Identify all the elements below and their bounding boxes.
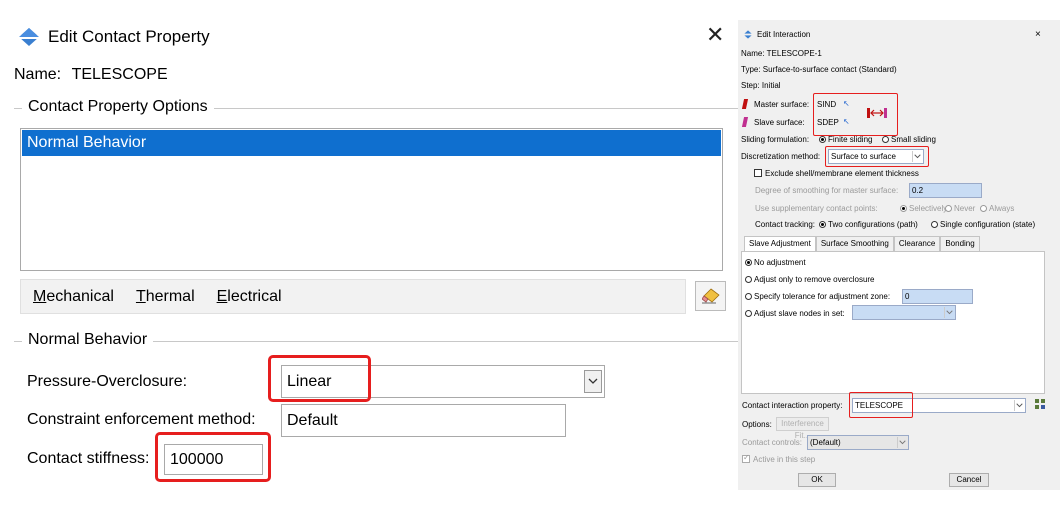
chevron-down-icon[interactable] [1014, 400, 1024, 411]
specify-tolerance-radio[interactable]: Specify tolerance for adjustment zone: [745, 292, 890, 301]
dialog-title: Edit Interaction [757, 30, 811, 39]
options-group-label: Contact Property Options [22, 98, 214, 116]
menu-thermal[interactable]: Thermal [136, 288, 195, 306]
smoothing-label: Degree of smoothing for master surface: [755, 186, 899, 195]
chevron-down-icon[interactable] [944, 307, 954, 318]
behavior-menubar: Mechanical Thermal Electrical [20, 279, 686, 314]
constraint-method-value: Default [287, 411, 338, 429]
supp-always-radio[interactable]: Always [980, 204, 1014, 213]
contact-tracking-label: Contact tracking: [755, 220, 816, 229]
master-surface-label: Master surface: [754, 100, 810, 109]
interaction-type: Type: Surface-to-surface contact (Standa… [741, 65, 897, 74]
tab-surface-smoothing[interactable]: Surface Smoothing [815, 236, 894, 251]
supp-never-radio[interactable]: Never [945, 204, 975, 213]
supp-selectively-radio[interactable]: Selectively [900, 204, 947, 213]
menu-electrical[interactable]: Electrical [217, 288, 282, 306]
eraser-icon [701, 288, 720, 304]
abaqus-diamond-icon [18, 28, 40, 46]
name-value: TELESCOPE [71, 66, 168, 83]
interaction-name: Name: TELESCOPE-1 [741, 49, 822, 58]
cancel-button[interactable]: Cancel [949, 473, 989, 487]
interaction-step: Step: Initial [741, 81, 781, 90]
contact-property-label: Contact interaction property: [742, 401, 843, 410]
chevron-down-icon[interactable] [897, 437, 907, 448]
menu-mechanical[interactable]: Mechanical [33, 288, 114, 306]
highlight-box-surfaces [813, 93, 898, 136]
constraint-method-field[interactable]: Default [281, 404, 566, 437]
tolerance-input[interactable]: 0 [902, 289, 973, 304]
small-sliding-radio[interactable]: Small sliding [882, 135, 936, 144]
pressure-overclosure-label: Pressure-Overclosure: [27, 373, 188, 390]
sliding-formulation-label: Sliding formulation: [741, 135, 810, 144]
contact-controls-select[interactable]: (Default) [807, 435, 909, 450]
edit-interaction-dialog: Edit Interaction × Name: TELESCOPE-1 Typ… [738, 20, 1060, 490]
tolerance-value: 0 [905, 292, 910, 301]
smoothing-value: 0.2 [912, 186, 924, 195]
abaqus-diamond-icon [743, 30, 753, 39]
highlight-box-stiffness [155, 432, 271, 482]
highlight-box-pressure [268, 355, 371, 402]
close-icon[interactable]: ✕ [706, 24, 724, 46]
contact-controls-value: (Default) [810, 438, 841, 447]
slave-surface-label: Slave surface: [754, 118, 805, 127]
exclude-thickness-checkbox[interactable]: Exclude shell/membrane element thickness [754, 169, 919, 178]
contact-stiffness-label: Contact stiffness: [27, 450, 150, 467]
dialog-title-bar: Edit Contact Property [18, 25, 210, 49]
behavior-group-label: Normal Behavior [22, 331, 154, 349]
dialog-title: Edit Contact Property [48, 27, 210, 46]
ok-button[interactable]: OK [798, 473, 836, 487]
smoothing-input[interactable]: 0.2 [909, 183, 982, 198]
adjust-overclosure-radio[interactable]: Adjust only to remove overclosure [745, 275, 875, 284]
adjust-slave-nodes-radio[interactable]: Adjust slave nodes in set: [745, 309, 845, 318]
options-label: Options: [742, 420, 772, 429]
tab-slave-adjustment[interactable]: Slave Adjustment [744, 236, 816, 252]
list-item-normal-behavior[interactable]: Normal Behavior [22, 130, 721, 156]
delete-behavior-button[interactable] [695, 281, 726, 311]
highlight-box-property [849, 392, 913, 418]
interaction-tabs: Slave Adjustment Surface Smoothing Clear… [744, 236, 980, 252]
slave-adjustment-panel: No adjustment Adjust only to remove over… [741, 251, 1045, 394]
active-in-step-checkbox[interactable]: Active in this step [742, 453, 815, 464]
finite-sliding-radio[interactable]: Finite sliding [819, 135, 872, 144]
create-property-icon[interactable] [1034, 398, 1046, 410]
tab-clearance[interactable]: Clearance [893, 236, 941, 251]
edit-contact-property-dialog: Edit Contact Property ✕ Name: TELESCOPE … [0, 0, 738, 507]
constraint-method-label: Constraint enforcement method: [27, 411, 256, 428]
interference-fit-button[interactable]: Interference Fit... [776, 417, 829, 440]
contact-controls-label: Contact controls: [742, 438, 803, 447]
tab-bonding[interactable]: Bonding [940, 236, 980, 251]
chevron-down-icon[interactable] [584, 370, 602, 393]
discretization-label: Discretization method: [741, 152, 821, 161]
name-label: Name: [14, 66, 62, 83]
master-surface-icon [741, 99, 749, 109]
highlight-box-discretization [825, 146, 929, 167]
tracking-single-config-radio[interactable]: Single configuration (state) [931, 220, 1035, 229]
tracking-two-config-radio[interactable]: Two configurations (path) [819, 220, 918, 229]
slave-node-set-select[interactable] [852, 305, 956, 320]
slave-surface-icon [741, 117, 749, 127]
contact-options-list[interactable]: Normal Behavior [20, 128, 723, 271]
no-adjustment-radio[interactable]: No adjustment [745, 258, 806, 267]
supplementary-points-label: Use supplementary contact points: [755, 204, 878, 213]
property-name: Name: TELESCOPE [14, 66, 168, 84]
close-icon[interactable]: × [1035, 29, 1041, 40]
